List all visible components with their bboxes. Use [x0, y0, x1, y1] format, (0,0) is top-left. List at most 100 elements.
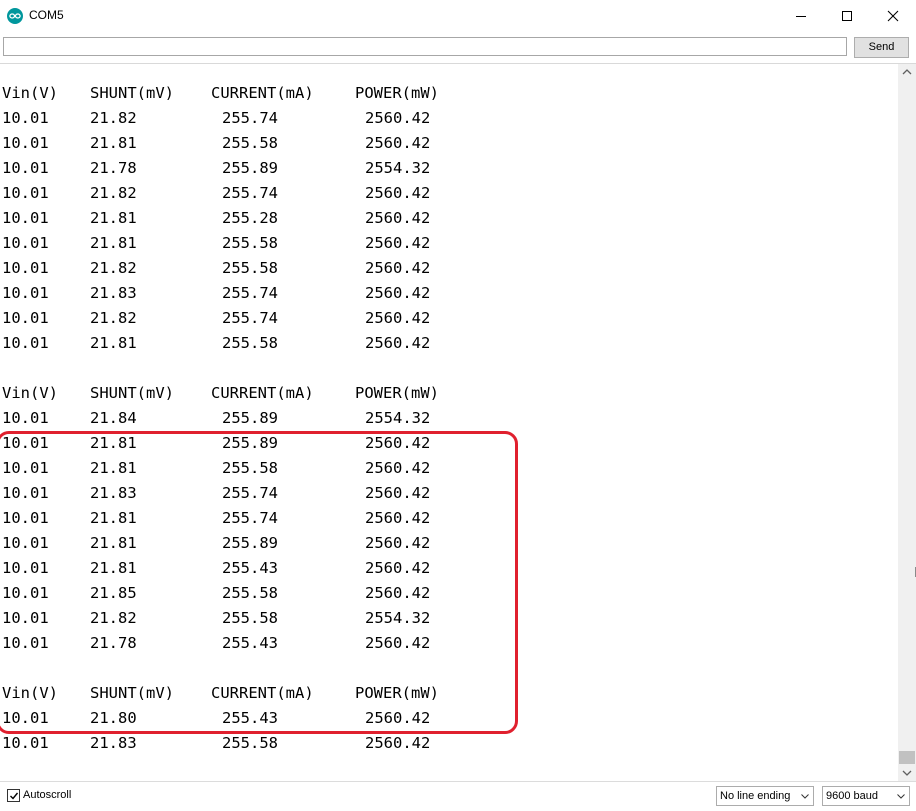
close-icon: [887, 10, 899, 22]
console-data-line: 10.01 21.80 255.43 2560.42: [2, 706, 522, 731]
console-cell: 255.28: [222, 209, 278, 227]
console-data-line: 10.01 21.81 255.58 2560.42: [2, 456, 522, 481]
vertical-scrollbar[interactable]: [898, 64, 916, 781]
send-button[interactable]: Send: [854, 37, 909, 58]
console-cell: 21.81: [90, 434, 137, 452]
serial-output-console[interactable]: Vin(V) SHUNT(mV) CURRENT(mA) POWER(mW) 10.01…: [0, 64, 898, 781]
console-data-line: 10.01 21.81 255.58 2560.42: [2, 331, 522, 356]
scroll-up-button[interactable]: [898, 64, 916, 81]
console-cell: 255.89: [222, 159, 278, 177]
console-cell: 255.74: [222, 309, 278, 327]
console-cell: 255.58: [222, 584, 278, 602]
console-cell: 255.89: [222, 534, 278, 552]
console-data-line: 10.01 21.82 255.74 2560.42: [2, 306, 522, 331]
console-cell: 10.01: [2, 559, 49, 577]
console-cell: 255.58: [222, 259, 278, 277]
console-data-line: 10.01 21.82 255.74 2560.42: [2, 181, 522, 206]
console-cell: 10.01: [2, 134, 49, 152]
console-cell: SHUNT(mV): [90, 384, 174, 402]
console-cell: 2560.42: [365, 134, 431, 152]
console-cell: 255.58: [222, 459, 278, 477]
scroll-down-arrow-icon: [902, 770, 912, 776]
console-cell: Vin(V): [2, 84, 58, 102]
minimize-icon: [796, 16, 806, 17]
window-title: COM5: [29, 8, 64, 22]
console-cell: 10.01: [2, 259, 49, 277]
console-cell: 2560.42: [365, 259, 431, 277]
console-cell: 10.01: [2, 734, 49, 752]
console-cell: 2560.42: [365, 709, 431, 727]
console-header-line: Vin(V) SHUNT(mV) CURRENT(mA) POWER(mW): [2, 681, 522, 706]
title-bar: COM5: [0, 0, 916, 32]
console-cell: POWER(mW): [355, 384, 439, 402]
console-data-line: 10.01 21.81 255.58 2560.42: [2, 231, 522, 256]
console-data-line: 10.01 21.78 255.89 2554.32: [2, 156, 522, 181]
console-cell: 2560.42: [365, 484, 431, 502]
line-ending-select[interactable]: No line ending: [716, 786, 814, 806]
console-cell: 10.01: [2, 184, 49, 202]
console-cell: 2554.32: [365, 159, 431, 177]
console-data-line: 10.01 21.82 255.58 2560.42: [2, 256, 522, 281]
console-cell: 21.82: [90, 109, 137, 127]
minimize-button[interactable]: [778, 0, 824, 32]
autoscroll-label: Autoscroll: [23, 789, 72, 801]
console-data-line: 10.01 21.82 255.58 2554.32: [2, 606, 522, 631]
console-cell: 255.74: [222, 509, 278, 527]
console-cell: 10.01: [2, 409, 49, 427]
console-cell: 255.58: [222, 609, 278, 627]
console-cell: 10.01: [2, 434, 49, 452]
console-cell: 255.58: [222, 734, 278, 752]
console-cell: 10.01: [2, 584, 49, 602]
console-cell: 21.83: [90, 484, 137, 502]
console-cell: 2554.32: [365, 409, 431, 427]
console-cell: 10.01: [2, 234, 49, 252]
console-cell: 21.80: [90, 709, 137, 727]
console-cell: 21.81: [90, 509, 137, 527]
scroll-down-button[interactable]: [898, 764, 916, 781]
console-cell: POWER(mW): [355, 84, 439, 102]
console-data-line: 10.01 21.84 255.89 2554.32: [2, 406, 522, 431]
console-cell: 255.74: [222, 184, 278, 202]
console-data-line: 10.01 21.85 255.58 2560.42: [2, 581, 522, 606]
console-data-line: 10.01 21.83 255.74 2560.42: [2, 281, 522, 306]
console-cell: 10.01: [2, 634, 49, 652]
console-cell: 10.01: [2, 484, 49, 502]
console-data-line: 10.01 21.81 255.58 2560.42: [2, 131, 522, 156]
serial-send-input[interactable]: [3, 37, 847, 56]
console-cell: 10.01: [2, 709, 49, 727]
console-cell: 10.01: [2, 109, 49, 127]
console-cell: 21.84: [90, 409, 137, 427]
console-cell: 10.01: [2, 534, 49, 552]
console-cell: 2560.42: [365, 434, 431, 452]
baud-rate-select[interactable]: 9600 baud: [822, 786, 910, 806]
console-cell: 2560.42: [365, 634, 431, 652]
autoscroll-checkbox[interactable]: [7, 789, 20, 802]
console-cell: 2560.42: [365, 734, 431, 752]
console-cell: 2560.42: [365, 284, 431, 302]
console-cell: 2560.42: [365, 559, 431, 577]
console-cell: 2560.42: [365, 184, 431, 202]
console-cell: 2560.42: [365, 534, 431, 552]
console-cell: 255.89: [222, 434, 278, 452]
line-ending-value: No line ending: [720, 790, 791, 802]
console-cell: 21.81: [90, 559, 137, 577]
console-header-line: Vin(V) SHUNT(mV) CURRENT(mA) POWER(mW): [2, 381, 522, 406]
console-cell: 255.43: [222, 709, 278, 727]
chevron-down-icon: [897, 794, 905, 799]
maximize-button[interactable]: [824, 0, 870, 32]
console-cell: 255.58: [222, 334, 278, 352]
console-cell: 21.83: [90, 734, 137, 752]
console-cell: 255.58: [222, 234, 278, 252]
scroll-thumb[interactable]: [899, 751, 915, 764]
check-icon: [10, 792, 19, 800]
console-cell: 2560.42: [365, 459, 431, 477]
console-cell: 21.81: [90, 459, 137, 477]
console-cell: 255.74: [222, 484, 278, 502]
console-cell: 2560.42: [365, 584, 431, 602]
console-cell: 21.82: [90, 309, 137, 327]
console-cell: CURRENT(mA): [211, 84, 314, 102]
baud-rate-value: 9600 baud: [826, 790, 878, 802]
console-data-line: 10.01 21.78 255.43 2560.42: [2, 631, 522, 656]
close-button[interactable]: [870, 0, 916, 32]
